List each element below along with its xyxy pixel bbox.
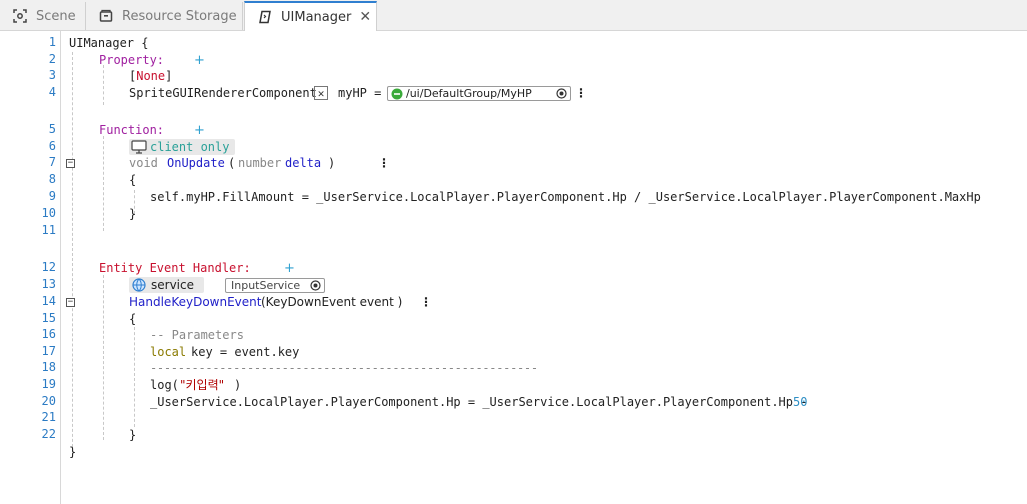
code-statement: _UserService.LocalPlayer.PlayerComponent… [150,395,808,409]
add-property-button[interactable]: + [194,52,205,69]
none-keyword: None [136,69,166,83]
tab-label: Scene [36,8,76,24]
add-function-button[interactable]: + [194,122,205,139]
line-number: 2 [48,52,56,66]
function-name: OnUpdate [167,156,225,170]
line-number: 10 [41,206,56,220]
script-icon [257,9,273,25]
tab-uimanager[interactable]: UIManager ✕ [244,1,377,31]
line-number: 4 [48,85,56,99]
line-number: 3 [48,68,56,82]
line-number: 17 [41,344,56,358]
paren: ) [328,156,336,170]
indent-guide [103,65,104,105]
class-close-brace: } [69,445,77,459]
line-number: 22 [41,427,56,441]
entity-path-value: /ui/DefaultGroup/MyHP [406,87,532,100]
line-number: 16 [41,327,56,341]
service-selector[interactable]: InputService [225,278,325,293]
function-section-label: Function: [99,123,165,137]
remove-type-icon[interactable]: ✕ [314,86,328,100]
property-type: SpriteGUIRendererComponent [129,86,317,100]
none-property: [None] [129,68,172,85]
property-name: myHP = [338,86,382,100]
class-declaration: UIManager { [69,36,149,50]
client-only-badge: client only [129,139,236,155]
indent-guide [72,52,73,457]
line-number: 8 [48,172,56,186]
line-number: 9 [48,189,56,203]
line-number: 20 [41,394,56,408]
target-icon[interactable] [556,88,567,99]
storage-icon [98,8,114,24]
add-handler-button[interactable]: + [284,260,295,277]
globe-icon [132,278,146,292]
property-section-label: Property: [99,53,165,67]
monitor-icon [131,140,147,154]
service-value: InputService [231,279,301,292]
code-statement: key = event.key [191,345,300,359]
return-type: void [129,156,158,170]
comment: -- Parameters [150,328,244,342]
brace-open: { [129,173,137,187]
log-call: log( [150,378,179,392]
line-number: 15 [41,311,56,325]
line-number: 14 [41,294,56,308]
line-number: 6 [48,139,56,153]
indent-guide [103,275,104,440]
handler-params: (KeyDownEvent event ) [261,295,403,309]
indent-guide [134,327,135,427]
scene-icon [12,8,28,24]
tab-bar: Scene Resource Storage UIManager ✕ [0,0,1027,31]
handler-name: HandleKeyDownEvent [129,295,262,309]
bracket: ] [165,69,173,83]
param-name: delta [285,156,322,170]
close-icon[interactable]: ✕ [359,9,371,25]
entity-event-handler-label: Entity Event Handler: [99,261,251,275]
service-badge: service [129,277,204,293]
number-literal: 50 [793,395,808,409]
tab-label: UIManager [281,9,352,25]
line-number: 7 [48,155,56,169]
line-number: 11 [41,223,56,237]
line-number: 5 [48,122,56,136]
fold-toggle[interactable]: − [66,298,75,307]
paren: ) [234,378,242,392]
string-literal: "키입력" [180,378,225,392]
code-statement: self.myHP.FillAmount = _UserService.Loca… [150,190,981,204]
service-label: service [151,278,194,292]
entity-path-field[interactable]: /ui/DefaultGroup/MyHP [387,86,571,101]
brace-close: } [129,207,137,221]
client-only-label: client only [150,140,230,154]
line-number: 1 [48,35,56,49]
param-type: number [238,156,282,170]
line-number: 19 [41,377,56,391]
comment-divider: ----------------------------------------… [150,361,538,375]
line-number: 21 [41,410,56,424]
indent-guide [103,136,104,231]
line-number: 12 [41,260,56,274]
more-options-icon[interactable]: ⋮ [575,85,587,102]
target-icon[interactable] [310,280,321,291]
brace-close: } [129,428,137,442]
local-keyword: local [150,345,187,359]
more-options-icon[interactable]: ⋮ [420,294,432,311]
tab-resource-storage[interactable]: Resource Storage [86,2,243,30]
brace-open: { [129,312,137,326]
fold-toggle[interactable]: − [66,159,75,168]
line-number: 18 [41,360,56,374]
more-options-icon[interactable]: ⋮ [378,155,390,172]
entity-icon [391,88,403,99]
line-number: 13 [41,277,56,291]
tab-scene[interactable]: Scene [0,2,86,30]
tab-label: Resource Storage [122,8,237,24]
paren: ( [228,156,236,170]
